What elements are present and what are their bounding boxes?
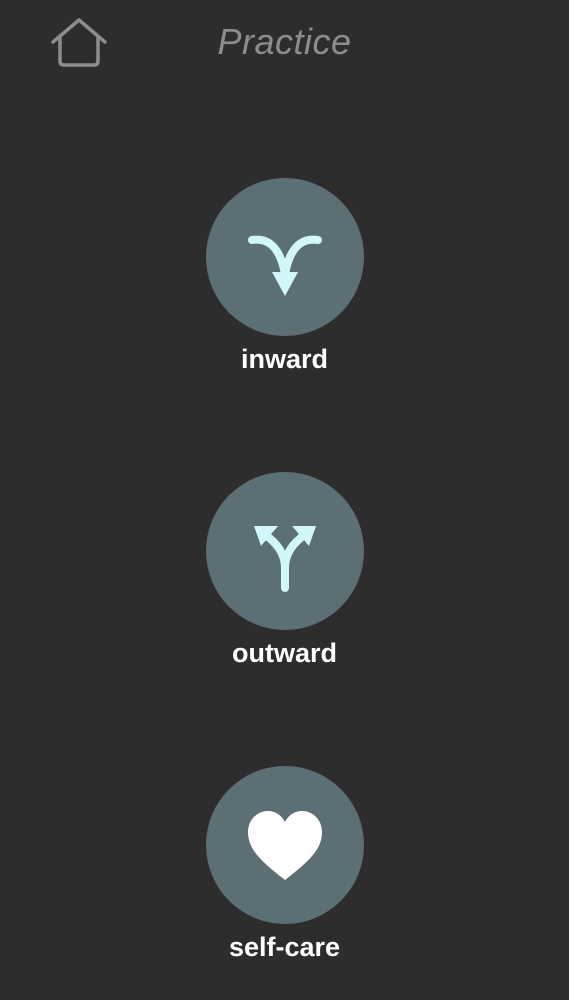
heart-icon: [247, 811, 322, 880]
option-inward[interactable]: inward: [0, 178, 569, 376]
option-self-care-label: self-care: [228, 932, 341, 962]
option-inward-circle[interactable]: [205, 178, 364, 336]
option-inward-label: inward: [240, 344, 328, 374]
option-self-care-circle[interactable]: [205, 766, 364, 924]
option-outward[interactable]: outward: [0, 472, 569, 670]
practice-screen: Practice inward outward self-care: [0, 0, 569, 1000]
option-outward-label: outward: [232, 638, 337, 668]
page-title: Practice: [217, 21, 352, 62]
split-arrows-out-icon: [253, 526, 316, 592]
option-self-care[interactable]: self-care: [0, 766, 569, 964]
header: Practice: [0, 0, 569, 90]
option-outward-circle[interactable]: [205, 472, 364, 630]
merge-arrows-in-icon: [247, 235, 322, 296]
